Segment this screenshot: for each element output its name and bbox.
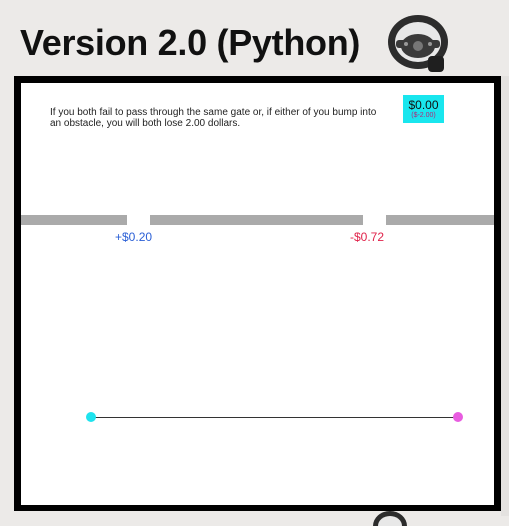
gate-left-reward: +$0.20 xyxy=(115,230,153,244)
rope-line xyxy=(91,417,458,418)
steering-wheel-icon xyxy=(388,15,448,72)
player-magenta-dot[interactable] xyxy=(453,412,463,422)
right-edge-strip xyxy=(501,76,509,516)
game-screen[interactable]: If you both fail to pass through the sam… xyxy=(21,83,494,505)
balance-penalty: ($-2.00) xyxy=(411,112,436,119)
game-frame: If you both fail to pass through the sam… xyxy=(14,76,501,511)
wall-segment-middle xyxy=(150,215,363,225)
steering-wheel-icon-partial xyxy=(370,506,410,526)
wall-segment-left xyxy=(21,215,127,225)
balance-value: $0.00 xyxy=(408,98,439,112)
instruction-text: If you both fail to pass through the sam… xyxy=(50,107,377,129)
gate-right-reward: -$0.72 xyxy=(350,230,385,244)
page-title: Version 2.0 (Python) xyxy=(20,22,361,63)
balance-badge: $0.00 ($-2.00) xyxy=(403,95,444,123)
player-cyan-dot[interactable] xyxy=(86,412,96,422)
wall-segment-right xyxy=(386,215,494,225)
